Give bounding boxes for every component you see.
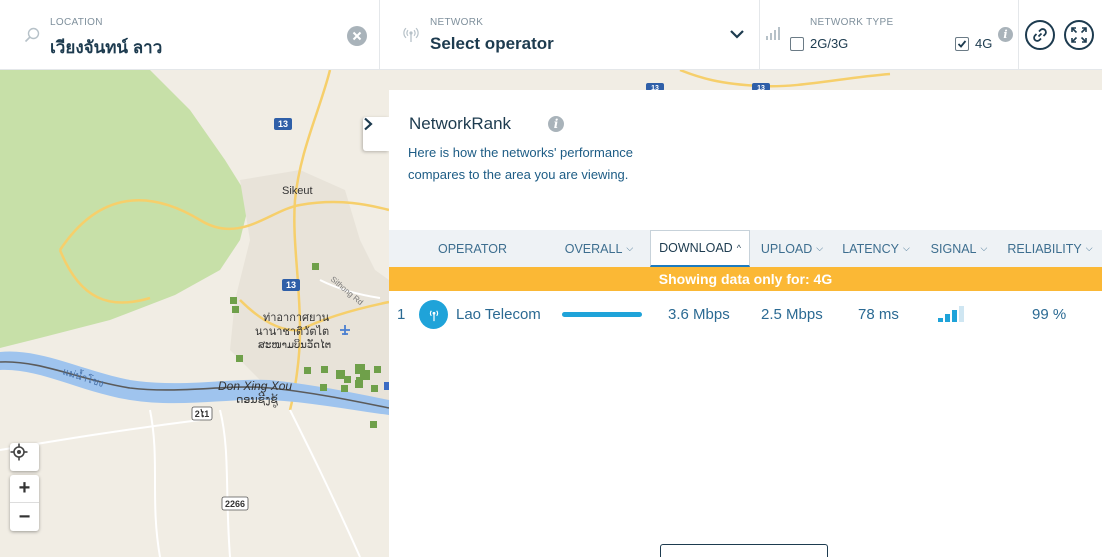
column-overall[interactable]: OVERALL ⌵ (559, 230, 639, 267)
column-signal[interactable]: SIGNAL ⌵ (924, 230, 994, 267)
route-shield-label: 2ໄ1 (195, 408, 209, 419)
action-buttons (1019, 0, 1102, 70)
column-download-label: DOWNLOAD (659, 241, 733, 255)
route-shield-label: 13 (286, 280, 296, 290)
panel-title: NetworkRank (409, 114, 512, 133)
map-label-airport-th1: ท่าอากาศยาน (263, 312, 330, 324)
search-icon (24, 27, 40, 43)
column-upload-label: UPLOAD (760, 241, 813, 256)
checkbox-4g-label: 4G (975, 36, 993, 51)
chevron-down-icon: ⌵ (1085, 243, 1093, 253)
filter-banner: Showing data only for: 4G (389, 267, 1102, 291)
map-label-don-xing-xou-lo: ດອນຊີງຊູ້ (236, 393, 278, 408)
latency-value: 78 ms (858, 305, 899, 323)
locate-control[interactable] (10, 443, 39, 471)
route-shield-label: 13 (278, 119, 288, 129)
network-label: NETWORK (430, 17, 484, 28)
location-label: LOCATION (50, 17, 103, 28)
column-reliability[interactable]: RELIABILITY ⌵ (1002, 230, 1098, 267)
antenna-icon (429, 309, 438, 321)
table-header: OPERATOR OVERALL ⌵ DOWNLOAD ^ UPLOAD ⌵ L… (389, 230, 1102, 267)
route-shield-label: 2266 (225, 499, 245, 509)
download-speed: 3.6 Mbps (668, 305, 730, 323)
checkmark-icon (957, 39, 967, 48)
chevron-right-icon (364, 117, 373, 131)
chevron-down-icon: ⌵ (980, 243, 988, 253)
link-icon (1033, 28, 1047, 42)
crosshair-icon (10, 443, 28, 461)
expand-icon (1071, 27, 1087, 43)
upload-speed: 2.5 Mbps (761, 305, 823, 323)
checkbox-2g3g-label: 2G/3G (810, 36, 849, 51)
panel-description: Here is how the networks' performance co… (408, 145, 634, 182)
operator-avatar (419, 300, 448, 329)
network-select[interactable]: NETWORK Select operator (380, 0, 760, 70)
column-latency[interactable]: LATENCY ⌵ (838, 230, 914, 267)
checkbox-4g[interactable]: 4G (955, 36, 992, 51)
network-type-label: NETWORK TYPE (810, 17, 894, 28)
reliability-value: 99 % (1032, 305, 1067, 323)
location-input[interactable]: เวียงจันทน์ ลาว (50, 34, 162, 61)
column-signal-label: SIGNAL (930, 241, 977, 256)
info-icon[interactable]: i (998, 27, 1013, 42)
location-search[interactable]: LOCATION เวียงจันทน์ ลาว (0, 0, 380, 70)
checkbox-2g3g-box[interactable] (790, 36, 804, 51)
signal-bars-icon (938, 306, 964, 322)
table-row[interactable]: 1 Lao Telecom 3.6 Mbps 2.5 Mbps 78 ms 99… (389, 297, 1102, 331)
top-bar: LOCATION เวียงจันทน์ ลาว NETWORK Select … (0, 0, 1102, 70)
column-upload[interactable]: UPLOAD ⌵ (756, 230, 828, 267)
signal-strength-icon (766, 27, 780, 40)
locate-button[interactable] (10, 443, 39, 471)
column-operator[interactable]: OPERATOR (425, 230, 520, 267)
zoom-in-button[interactable]: + (10, 475, 39, 503)
column-operator-label: OPERATOR (438, 241, 507, 256)
collapse-panel-button[interactable] (363, 117, 389, 151)
chevron-down-icon: ⌵ (902, 243, 910, 253)
map-label-don-xing-xou: Don Xing Xou (218, 379, 292, 393)
overall-score-fill (562, 312, 642, 317)
column-download[interactable]: DOWNLOAD ^ (650, 230, 750, 267)
signal-bar (938, 318, 943, 322)
map-label-airport-lo: ສະໜາມບິນວັດໄຕ (258, 339, 331, 351)
info-icon[interactable]: i (548, 116, 564, 132)
signal-bar (959, 306, 964, 322)
column-reliability-label: RELIABILITY (1007, 241, 1082, 256)
checkbox-2g3g[interactable]: 2G/3G (790, 36, 848, 51)
chevron-up-icon: ^ (736, 243, 741, 253)
close-icon (352, 31, 362, 41)
share-link-button[interactable] (1025, 20, 1055, 50)
fullscreen-button[interactable] (1064, 20, 1094, 50)
network-select-value[interactable]: Select operator (430, 34, 554, 54)
forest-area (0, 70, 250, 348)
zoom-out-button[interactable]: − (10, 503, 39, 531)
rank-number: 1 (397, 305, 406, 323)
clear-location-button[interactable] (347, 26, 367, 46)
network-type-filter: NETWORK TYPE 2G/3G 4G i (760, 0, 1019, 70)
zoom-control: + − (10, 475, 39, 531)
map-label-sikeut: Sikeut (282, 185, 313, 197)
network-rank-panel: NetworkRank i Here is how the networks' … (389, 90, 1102, 557)
operator-name[interactable]: Lao Telecom (456, 297, 541, 331)
antenna-icon (403, 27, 419, 42)
signal-bar (952, 310, 957, 322)
checkbox-4g-box[interactable] (955, 36, 969, 51)
column-latency-label: LATENCY (842, 241, 899, 256)
overall-score-bar (562, 312, 642, 317)
column-overall-label: OVERALL (564, 241, 623, 256)
signal-bar (945, 314, 950, 322)
chevron-down-icon: ⌵ (816, 243, 824, 253)
chevron-down-icon[interactable] (729, 28, 745, 40)
chevron-down-icon: ⌵ (626, 243, 634, 253)
show-more-button[interactable] (660, 544, 828, 557)
map-label-airport-th2: นานาชาติวัตไต (255, 325, 329, 338)
